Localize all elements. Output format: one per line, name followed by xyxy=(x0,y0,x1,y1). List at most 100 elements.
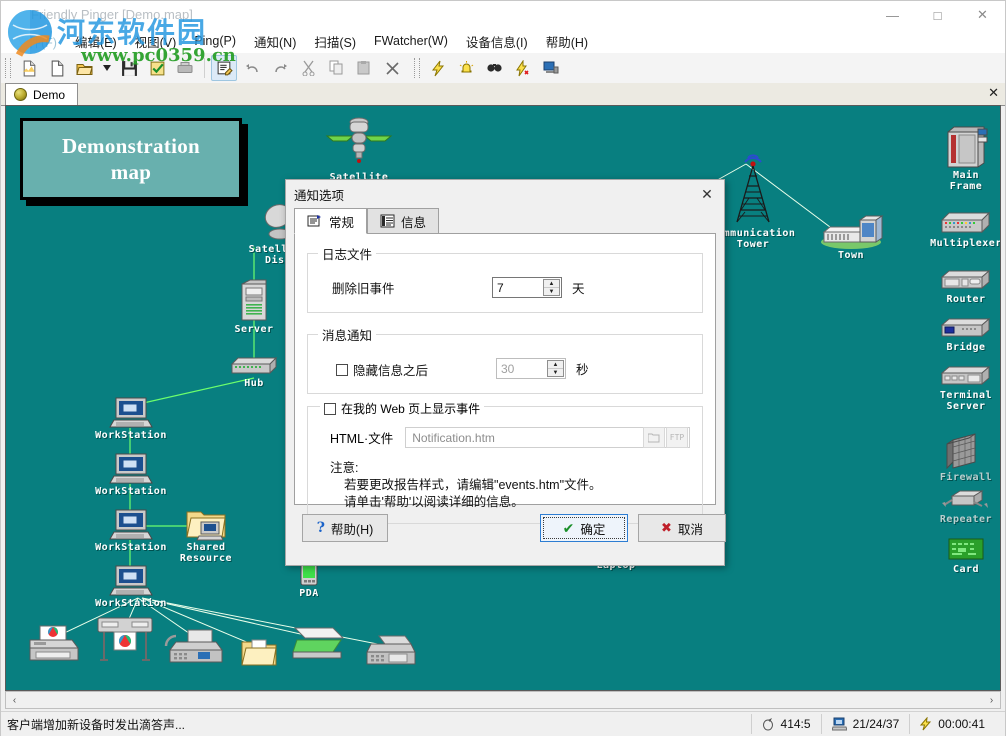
menu-ping[interactable]: Ping(P) xyxy=(185,31,245,51)
cut-icon[interactable] xyxy=(295,55,321,81)
tab-general[interactable]: 常规 xyxy=(294,208,367,234)
node-plotter[interactable] xyxy=(90,614,160,666)
network-card-icon xyxy=(946,536,986,564)
node-copier[interactable] xyxy=(362,634,418,670)
open-dropdown-icon[interactable] xyxy=(100,55,114,81)
show-events-checkbox[interactable] xyxy=(324,403,336,415)
toolbar-grip-2[interactable] xyxy=(414,58,420,78)
delete-old-events-stepper[interactable]: ▲ ▼ xyxy=(492,277,562,298)
tab-message[interactable]: 信息 xyxy=(367,208,439,233)
toolbar-grip[interactable] xyxy=(5,58,11,78)
minimize-button[interactable]: — xyxy=(870,1,915,29)
node-satellite[interactable]: Satellite xyxy=(319,114,399,183)
browse-file-icon[interactable] xyxy=(643,427,665,448)
ping-icon[interactable] xyxy=(425,55,451,81)
palette-router[interactable]: Router xyxy=(930,268,1001,305)
window-title: Friendly Pinger [Demo.map] xyxy=(31,7,193,22)
palette-terminal-server[interactable]: Terminal Server xyxy=(930,364,1001,412)
device-info-icon[interactable] xyxy=(537,55,563,81)
ftp-upload-button[interactable]: FTP xyxy=(666,427,688,448)
html-file-field[interactable]: Notification.htm FTP xyxy=(405,427,690,448)
save-icon[interactable] xyxy=(116,55,142,81)
save-checked-icon[interactable] xyxy=(144,55,170,81)
ok-button[interactable]: ✔ 确定 xyxy=(540,514,628,542)
new-map-icon[interactable] xyxy=(16,55,42,81)
ok-button-label: 确定 xyxy=(580,519,605,538)
palette-main-frame[interactable]: Main Frame xyxy=(930,124,1001,192)
maximize-button[interactable]: □ xyxy=(915,1,960,29)
fast-scan-icon[interactable] xyxy=(509,55,535,81)
node-color-printer[interactable] xyxy=(24,624,86,666)
palette-label: Multiplexer xyxy=(930,238,1001,249)
device-palette: Main Frame Multiplexer xyxy=(930,106,1001,691)
help-button[interactable]: ? 帮助(H) xyxy=(302,514,388,542)
map-canvas[interactable]: Demonstration map Satellite xyxy=(5,105,1001,691)
node-workstation-2[interactable]: WorkStation xyxy=(86,452,176,497)
scroll-left-icon[interactable]: ‹ xyxy=(6,692,23,708)
menu-notification[interactable]: 通知(N) xyxy=(245,29,305,54)
mouse-icon xyxy=(762,717,775,731)
status-message: 客户端增加新设备时发出滴答声... xyxy=(1,716,751,733)
redo-icon[interactable] xyxy=(267,55,293,81)
stepper-buttons[interactable]: ▲ ▼ xyxy=(543,279,560,296)
alarm-icon[interactable] xyxy=(453,55,479,81)
node-folder[interactable] xyxy=(238,638,280,668)
new-document-icon[interactable] xyxy=(44,55,70,81)
menu-file[interactable]: 文件(F) xyxy=(7,29,66,54)
close-document-icon[interactable]: ✕ xyxy=(988,86,999,100)
dialog-close-button[interactable]: ✕ xyxy=(690,180,724,208)
show-events-checkbox-row[interactable]: 在我的 Web 页上显示事件 xyxy=(320,400,484,417)
workstation-icon xyxy=(108,452,154,486)
horizontal-scrollbar[interactable]: ‹ › xyxy=(5,691,1001,709)
menu-device-info[interactable]: 设备信息(I) xyxy=(457,29,537,54)
menu-scan[interactable]: 扫描(S) xyxy=(305,29,365,54)
stepper-buttons[interactable]: ▲ ▼ xyxy=(547,360,564,377)
copy-icon[interactable] xyxy=(323,55,349,81)
hide-delay-input[interactable] xyxy=(497,359,543,378)
stepper-down-icon[interactable]: ▼ xyxy=(548,369,563,376)
cancel-button[interactable]: ✖ 取消 xyxy=(638,514,726,542)
node-hub[interactable]: Hub xyxy=(222,354,286,389)
menu-fwatcher[interactable]: FWatcher(W) xyxy=(365,31,457,51)
scroll-right-icon[interactable]: › xyxy=(983,692,1000,708)
node-shared-resource[interactable]: Shared Resource xyxy=(170,508,242,564)
shared-folder-icon xyxy=(185,508,227,542)
hide-message-checkbox-row[interactable]: 隐藏信息之后 xyxy=(336,360,486,379)
node-workstation-3[interactable]: WorkStation xyxy=(86,508,176,553)
map-banner: Demonstration map xyxy=(20,118,242,200)
hide-message-checkbox[interactable] xyxy=(336,364,348,376)
node-server[interactable]: Server xyxy=(224,278,284,335)
delete-old-events-input[interactable] xyxy=(493,278,539,297)
palette-card[interactable]: Card xyxy=(930,536,1001,575)
scan-icon[interactable] xyxy=(481,55,507,81)
node-workstation-4[interactable]: WorkStation xyxy=(86,564,176,609)
edit-properties-icon[interactable] xyxy=(211,55,237,81)
dialog-footer: ? 帮助(H) ✔ 确定 ✖ 取消 xyxy=(294,504,734,550)
stepper-down-icon[interactable]: ▼ xyxy=(544,288,559,295)
delete-icon[interactable] xyxy=(379,55,405,81)
node-fax[interactable] xyxy=(162,626,228,666)
document-tab-demo[interactable]: Demo xyxy=(5,83,78,105)
open-folder-icon[interactable] xyxy=(72,55,98,81)
print-icon[interactable] xyxy=(172,55,198,81)
menu-view[interactable]: 视图(V) xyxy=(126,29,186,54)
menu-edit[interactable]: 编辑(E) xyxy=(66,29,126,54)
node-workstation-1[interactable]: WorkStation xyxy=(86,396,176,441)
palette-label: Router xyxy=(930,294,1001,305)
menu-help[interactable]: 帮助(H) xyxy=(537,29,597,54)
scroll-track[interactable] xyxy=(23,692,983,708)
close-button[interactable]: ✕ xyxy=(960,1,1005,29)
node-town[interactable]: Town xyxy=(814,210,888,261)
palette-multiplexer[interactable]: Multiplexer xyxy=(930,210,1001,249)
hide-delay-stepper[interactable]: ▲ ▼ xyxy=(496,358,566,379)
palette-bridge[interactable]: Bridge xyxy=(930,316,1001,353)
undo-icon[interactable] xyxy=(239,55,265,81)
delete-old-events-row: 删除旧事件 ▲ ▼ 天 xyxy=(332,277,692,298)
palette-repeater[interactable]: Repeater xyxy=(930,488,1001,525)
stepper-up-icon[interactable]: ▲ xyxy=(544,280,559,288)
menu-bar: 文件(F) 编辑(E) 视图(V) Ping(P) 通知(N) 扫描(S) FW… xyxy=(1,29,1005,53)
node-scanner[interactable] xyxy=(288,624,348,664)
paste-icon[interactable] xyxy=(351,55,377,81)
palette-firewall[interactable]: Firewall xyxy=(930,430,1001,483)
stepper-up-icon[interactable]: ▲ xyxy=(548,361,563,369)
